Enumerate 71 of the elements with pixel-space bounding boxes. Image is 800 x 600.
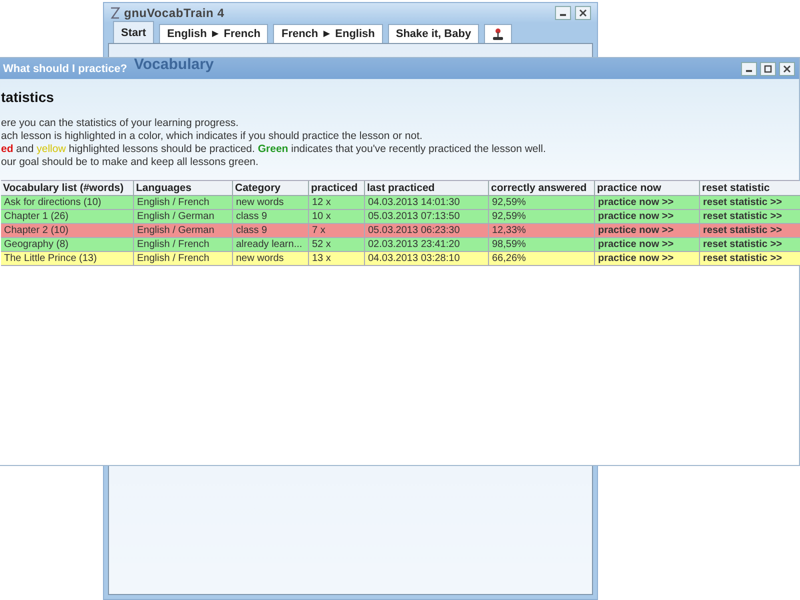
table-cell: 02.03.2013 23:41:20 [365, 238, 489, 252]
close-icon [579, 9, 587, 17]
tab[interactable]: Shake it, Baby [388, 24, 480, 43]
app-logo-icon [110, 7, 120, 19]
table-cell: 98,59% [489, 238, 595, 252]
column-header[interactable]: last practiced [365, 181, 489, 196]
table-cell: 12,33% [489, 224, 595, 238]
table-cell: class 9 [233, 210, 309, 224]
table-cell: Geography (8) [1, 238, 134, 252]
column-header[interactable]: Languages [134, 181, 233, 196]
minimize-button[interactable] [741, 62, 757, 76]
table-cell: English / German [134, 210, 233, 224]
table-cell: already learn... [233, 238, 309, 252]
maximize-icon [764, 64, 772, 72]
table-cell: English / French [134, 252, 233, 266]
table-cell: 10 x [309, 210, 365, 224]
table-cell: 7 x [309, 224, 365, 238]
column-header[interactable]: practice now [595, 181, 700, 196]
column-header[interactable]: reset statistic [700, 181, 800, 196]
tab[interactable]: French ► English [273, 24, 383, 43]
table-cell: English / German [134, 224, 233, 238]
table-cell: new words [233, 196, 309, 210]
table-cell: 52 x [309, 238, 365, 252]
description-text: ach lesson is highlighted in a color, which indicates if you should practice the lesson or not. [1, 130, 424, 143]
column-header[interactable]: practiced [309, 181, 365, 196]
description-text: ed and yellow highlighted lessons should be practiced. Green indicates that you've recently practiced the lesson well. [1, 143, 547, 156]
column-header[interactable]: Category [233, 181, 309, 196]
table-cell: English / French [134, 196, 233, 210]
table-cell: 04.03.2013 03:28:10 [365, 252, 489, 266]
maximize-button[interactable] [760, 62, 776, 76]
description-text: ere you can the statistics of your learning progress. [1, 117, 240, 130]
column-header[interactable]: correctly answered [489, 181, 595, 196]
tab[interactable]: Start [113, 21, 154, 43]
close-button[interactable] [575, 6, 591, 20]
window-title: gnuVocabTrain 4 [124, 6, 226, 20]
reset-link[interactable]: reset statistic >> [700, 224, 800, 238]
table-cell: 05.03.2013 06:23:30 [365, 224, 489, 238]
section-heading: tatistics [1, 89, 55, 105]
practice-link[interactable]: practice now >> [595, 252, 700, 266]
table-cell: English / French [134, 238, 233, 252]
table-cell: 04.03.2013 14:01:30 [365, 196, 489, 210]
column-header[interactable]: Vocabulary list (#words) [1, 181, 134, 196]
reset-link[interactable]: reset statistic >> [700, 252, 800, 266]
tab[interactable]: English ► French [159, 24, 268, 43]
minimize-button[interactable] [555, 6, 571, 20]
reset-link[interactable]: reset statistic >> [700, 210, 800, 224]
practice-link[interactable]: practice now >> [595, 224, 700, 238]
table-cell: 05.03.2013 07:13:50 [365, 210, 489, 224]
joystick-icon [492, 28, 504, 40]
table-cell: Chapter 2 (10) [1, 224, 134, 238]
table-cell: The Little Prince (13) [1, 252, 134, 266]
practice-link[interactable]: practice now >> [595, 238, 700, 252]
close-button[interactable] [779, 62, 795, 76]
table-cell: Chapter 1 (26) [1, 210, 134, 224]
reset-link[interactable]: reset statistic >> [700, 196, 800, 210]
practice-link[interactable]: practice now >> [595, 196, 700, 210]
description-text: our goal should be to make and keep all lessons green. [1, 156, 260, 169]
table-cell: class 9 [233, 224, 309, 238]
table-cell: 92,59% [489, 196, 595, 210]
close-icon [783, 64, 791, 72]
table-cell: 13 x [309, 252, 365, 266]
table-cell: 66,26% [489, 252, 595, 266]
tab[interactable] [484, 24, 512, 43]
table-cell: 92,59% [489, 210, 595, 224]
window-title: What should I practice? [3, 62, 128, 74]
table-cell: Ask for directions (10) [1, 196, 134, 210]
table-cell: new words [233, 252, 309, 266]
practice-link[interactable]: practice now >> [595, 210, 700, 224]
table-cell: 12 x [309, 196, 365, 210]
panel-heading: Vocabulary [134, 56, 214, 73]
reset-link[interactable]: reset statistic >> [700, 238, 800, 252]
